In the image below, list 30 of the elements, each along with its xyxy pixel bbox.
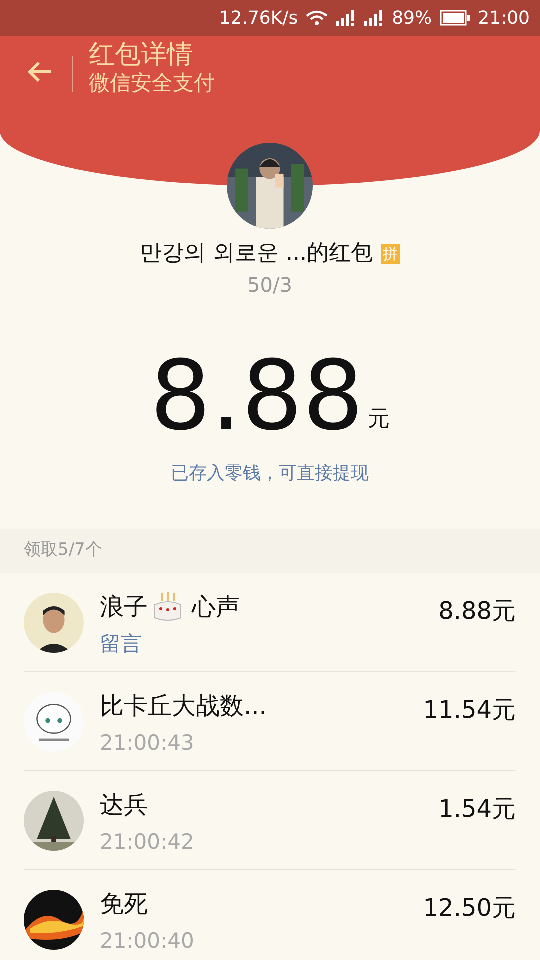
receiver-name: 浪子 [100, 592, 148, 623]
balance-link[interactable]: 已存入零钱，可直接提现 [171, 460, 369, 487]
received-amount: 11.54元 [423, 695, 516, 726]
signal-icon [364, 10, 384, 26]
signal-icon [336, 10, 356, 26]
back-arrow-icon [27, 61, 53, 83]
receive-time: 21:00:43 [100, 730, 196, 757]
receiver-name: 达兵 [100, 790, 148, 821]
amount-unit: 元 [368, 406, 390, 434]
wifi-icon [306, 10, 328, 26]
page-subtitle: 微信安全支付 [89, 71, 215, 96]
received-count: 领取5/7个 [24, 539, 102, 562]
receiver-name-suffix: 心声 [192, 592, 240, 623]
battery-percent: 89% [392, 6, 432, 30]
receiver-name: 比卡丘大战数... [100, 691, 267, 722]
clock: 21:00 [478, 6, 530, 30]
battery-icon [440, 10, 470, 26]
message-link[interactable]: 留言 [100, 629, 423, 660]
page-title: 红包详情 [89, 40, 194, 72]
group-badge: 拼 [380, 244, 400, 264]
received-amount: 8.88元 [438, 596, 516, 627]
receiver-name: 免死 [100, 889, 148, 920]
network-speed: 12.76K/s [219, 6, 298, 30]
sender-title: 만강의 외로운 ...的红包 [140, 240, 373, 268]
received-amount: 12.50元 [423, 893, 516, 924]
amount-value: 8.88 [150, 348, 364, 444]
receive-time: 21:00:40 [100, 928, 196, 955]
receive-time: 21:00:42 [100, 829, 196, 856]
received-amount: 1.54元 [438, 794, 516, 825]
packet-count: 50/3 [248, 272, 292, 299]
